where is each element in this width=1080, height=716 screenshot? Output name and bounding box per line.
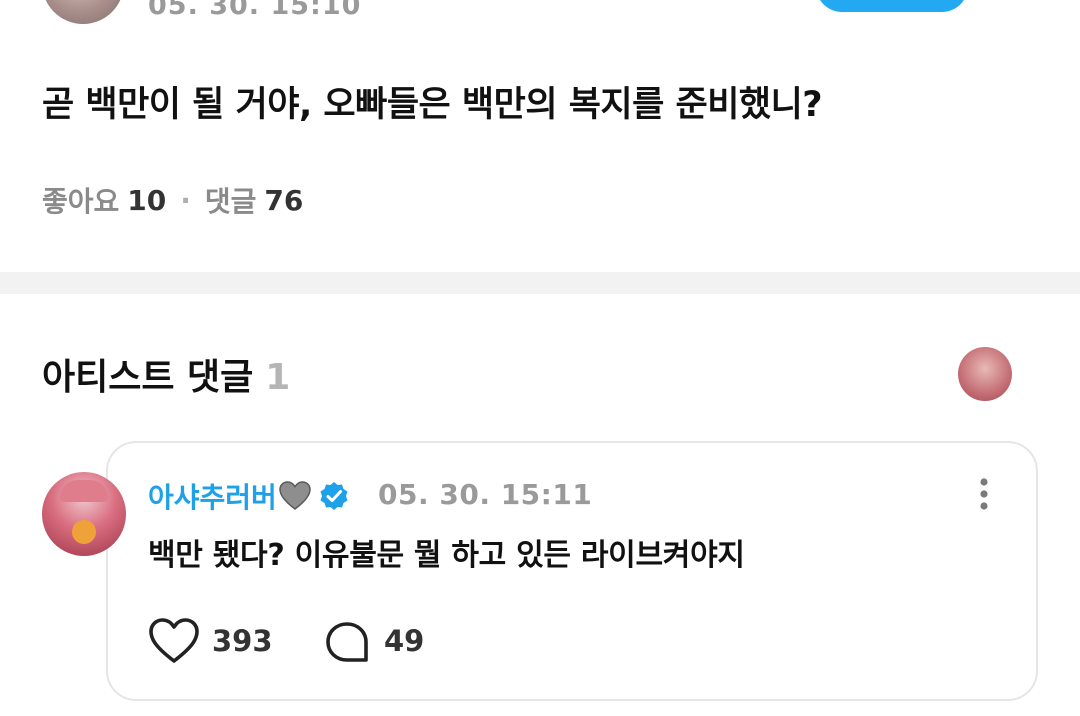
- section-divider: [0, 272, 1080, 294]
- artist-comments-header: 아티스트 댓글 1: [42, 348, 290, 400]
- post-timestamp: 05. 30. 15:10: [148, 0, 362, 21]
- more-options-icon[interactable]: [1016, 0, 1056, 4]
- verified-icon: [320, 482, 348, 510]
- post-stats: 좋아요 10 · 댓글 76: [42, 180, 303, 220]
- comments-label[interactable]: 댓글: [205, 180, 257, 220]
- grey-heart-icon: [279, 481, 311, 510]
- reply-count: 49: [384, 624, 425, 658]
- comment-author[interactable]: 아샤추러버: [148, 476, 349, 516]
- heart-icon[interactable]: [148, 616, 200, 666]
- artist-avatar[interactable]: [958, 347, 1012, 401]
- stats-separator: ·: [180, 183, 191, 217]
- comments-count[interactable]: 76: [264, 184, 303, 217]
- post-body: 곧 백만이 될 거야, 오빠들은 백만의 복지를 준비했니?: [42, 85, 823, 125]
- artist-comments-title: 아티스트 댓글: [42, 357, 254, 398]
- reply-bubble-icon[interactable]: [324, 620, 370, 664]
- follow-button[interactable]: [816, 0, 968, 12]
- likes-count[interactable]: 10: [127, 184, 166, 217]
- artist-comments-count: 1: [265, 357, 291, 398]
- more-options-icon[interactable]: [968, 474, 1000, 514]
- like-count: 393: [212, 624, 273, 658]
- comment-body: 백만 됐다? 이유불문 뭘 하고 있든 라이브켜야지: [148, 538, 745, 573]
- comment-author-avatar[interactable]: [42, 472, 126, 556]
- likes-label[interactable]: 좋아요: [42, 180, 119, 220]
- comment-author-name[interactable]: 아샤추러버: [148, 476, 277, 516]
- comment-timestamp: 05. 30. 15:11: [378, 478, 593, 511]
- post-author-avatar[interactable]: [42, 0, 124, 24]
